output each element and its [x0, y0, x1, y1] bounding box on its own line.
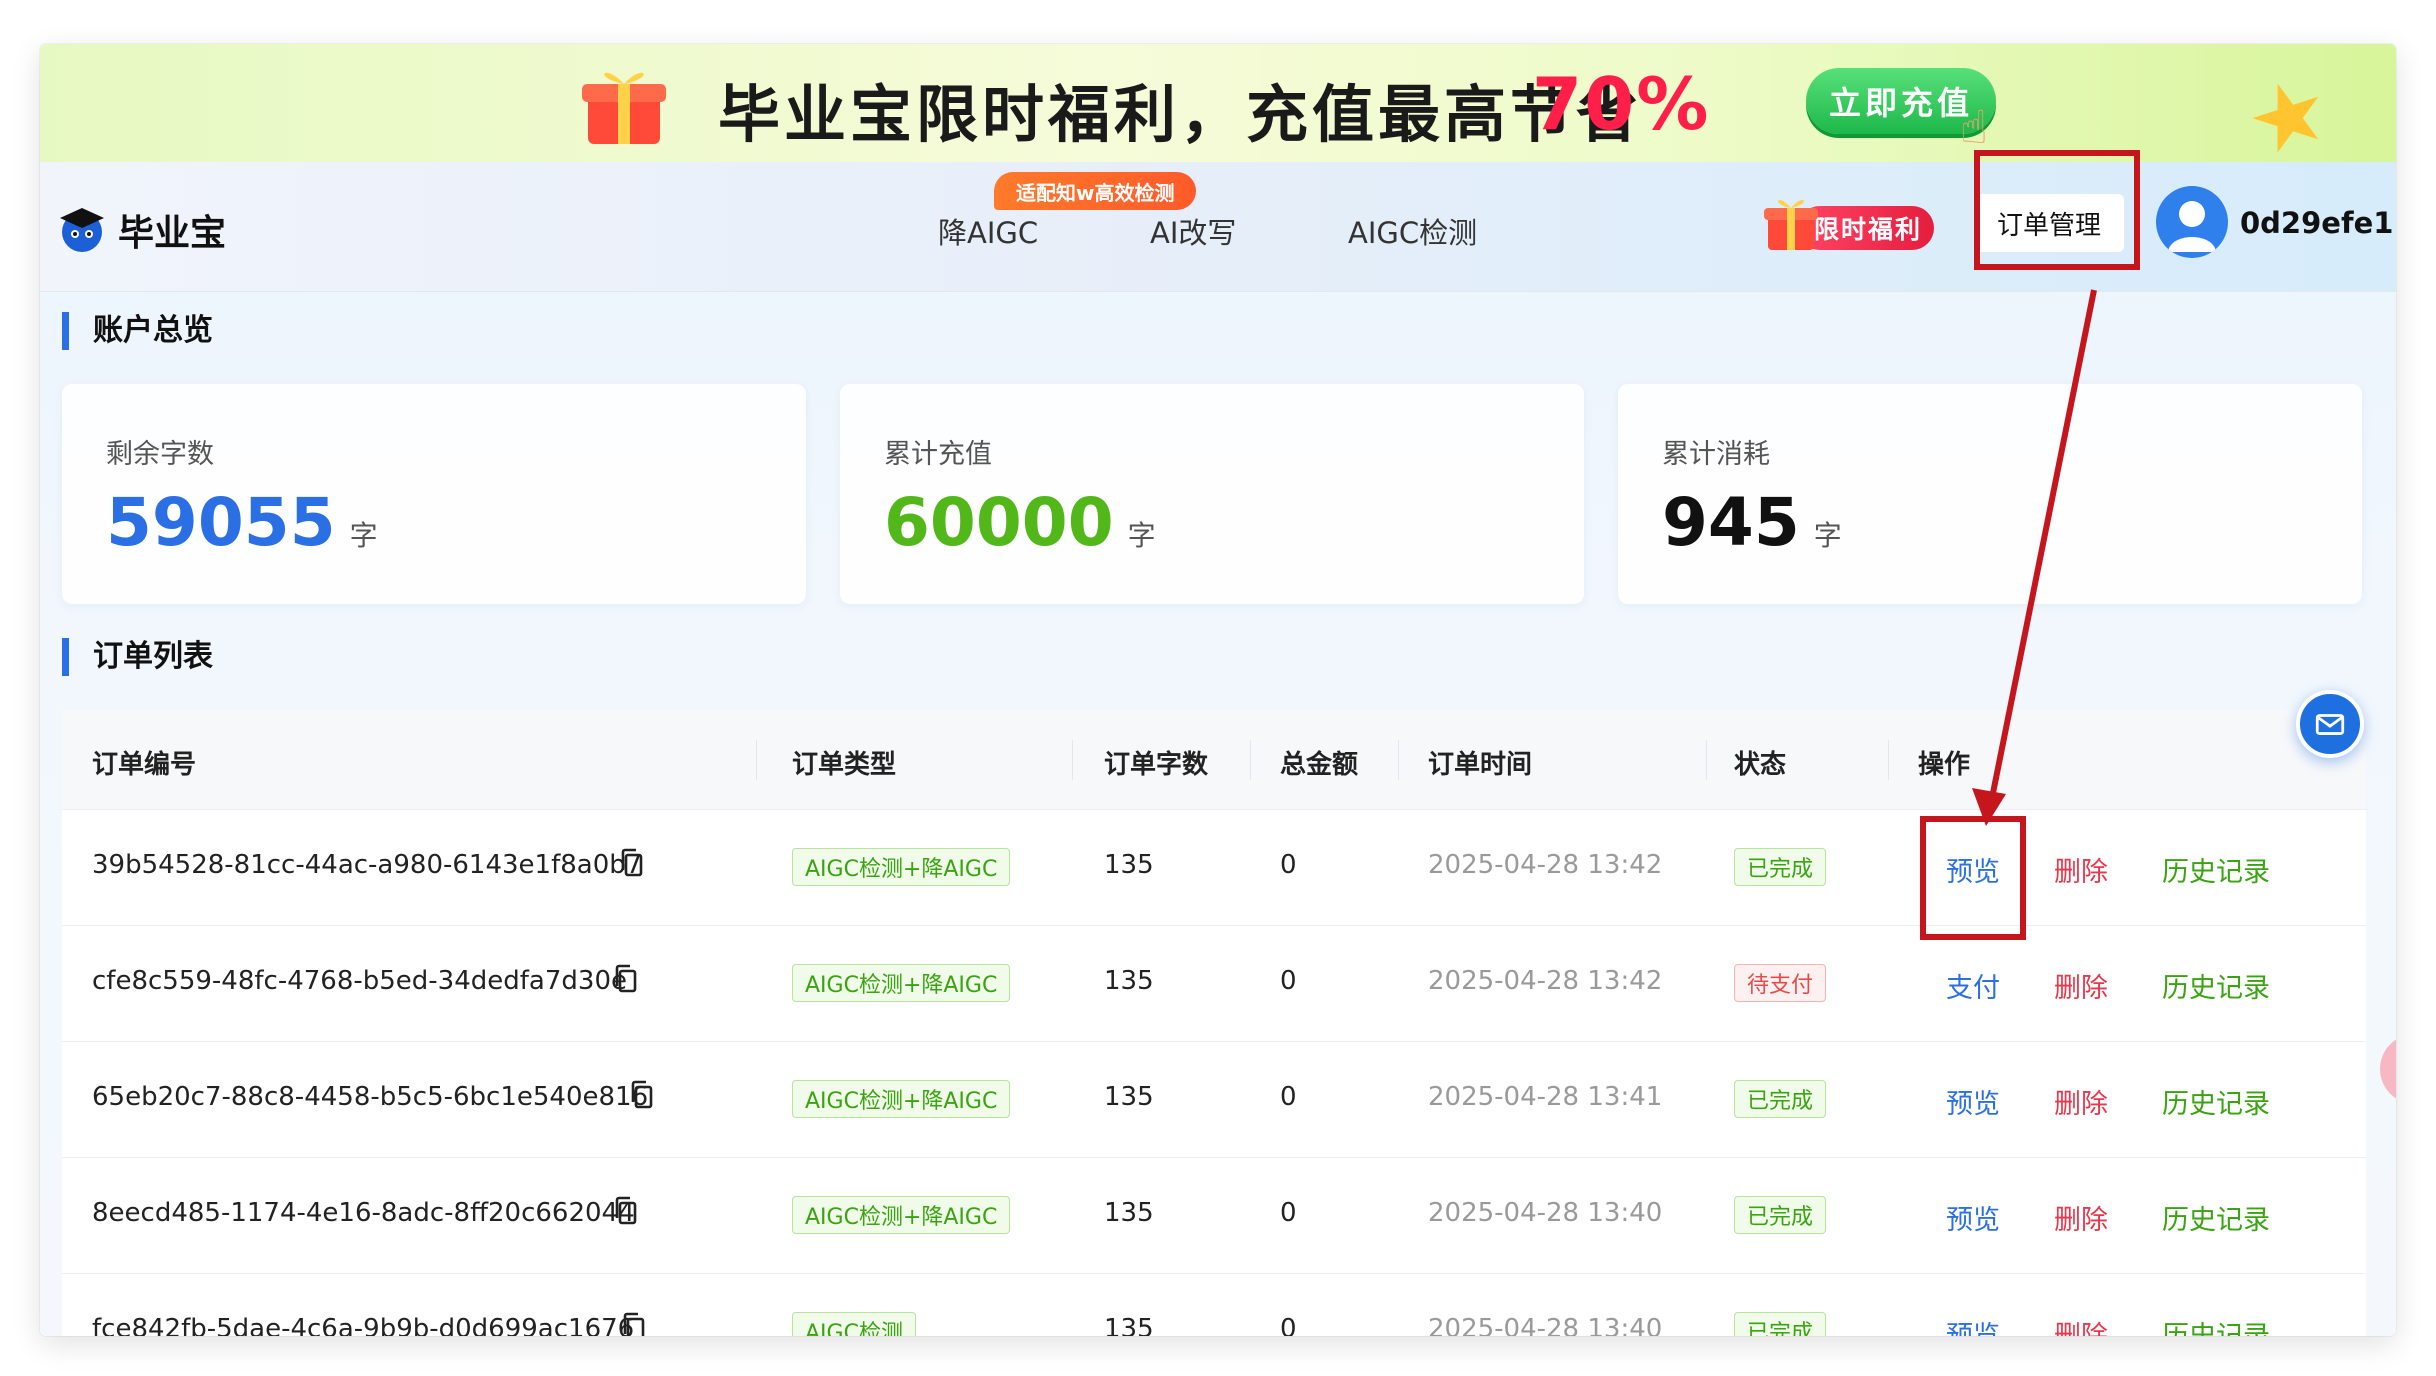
annotation-box-preview	[1920, 816, 2026, 940]
status-badge: 已完成	[1734, 1080, 1827, 1118]
copy-icon[interactable]	[620, 848, 644, 878]
gift-icon	[1764, 199, 1818, 250]
history-button[interactable]: 历史记录	[2162, 850, 2270, 889]
col-status: 状态	[1734, 750, 1787, 780]
nav-reduce-aigc[interactable]: 降AIGC	[938, 210, 1038, 252]
card-label: 累计充值	[884, 439, 992, 470]
delete-button[interactable]: 删除	[2054, 1198, 2108, 1237]
overview-title: 账户总览	[62, 312, 213, 350]
order-time: 2025-04-28 13:42	[1428, 966, 1663, 996]
amount: 0	[1280, 850, 1297, 880]
word-count: 135	[1104, 1198, 1154, 1228]
col-order-type: 订单类型	[792, 750, 897, 780]
order-id: fce842fb-5dae-4c6a-9b9b-d0d699ac1676	[92, 1314, 635, 1336]
status-badge: 已完成	[1734, 848, 1827, 886]
nav-badge: 适配知w高效检测	[994, 172, 1197, 210]
card-value: 59055 字	[106, 484, 378, 561]
history-button[interactable]: 历史记录	[2162, 1314, 2270, 1336]
status-badge: 已完成	[1734, 1196, 1827, 1234]
order-id: 65eb20c7-88c8-4458-b5c5-6bc1e540e816	[92, 1082, 649, 1112]
order-id: 8eecd485-1174-4e16-8adc-8ff20c662044	[92, 1198, 635, 1228]
table-row: fce842fb-5dae-4c6a-9b9b-d0d699ac1676 AIG…	[62, 1274, 2366, 1336]
order-type-tag: AIGC检测+降AIGC	[792, 964, 1011, 1002]
copy-icon[interactable]	[630, 1080, 654, 1110]
delete-button[interactable]: 删除	[2054, 1082, 2108, 1121]
order-type-tag: AIGC检测+降AIGC	[792, 1080, 1011, 1118]
order-time: 2025-04-28 13:42	[1428, 850, 1663, 880]
card-value: 945 字	[1662, 484, 1842, 561]
history-button[interactable]: 历史记录	[2162, 1082, 2270, 1121]
delete-button[interactable]: 删除	[2054, 850, 2108, 889]
banner-title: 毕业宝限时福利，充值最高节省	[718, 78, 1643, 151]
word-count: 135	[1104, 966, 1154, 996]
col-word-count: 订单字数	[1104, 750, 1209, 780]
total-consumed-card: 累计消耗 945 字	[1618, 384, 2362, 604]
preview-button[interactable]: 预览	[1946, 1082, 2000, 1121]
status-badge: 已完成	[1734, 1312, 1827, 1336]
avatar-icon[interactable]	[2156, 186, 2228, 258]
username[interactable]: 0d29efe1	[2240, 206, 2393, 240]
nav-ai-rewrite[interactable]: AI改写	[1150, 210, 1236, 252]
limited-offer-button[interactable]: 限时福利	[1760, 192, 1938, 252]
table-row: cfe8c559-48fc-4768-b5ed-34dedfa7d30e AIG…	[62, 926, 2366, 1042]
order-type-tag: AIGC检测+降AIGC	[792, 848, 1011, 886]
table-row: 8eecd485-1174-4e16-8adc-8ff20c662044 AIG…	[62, 1158, 2366, 1274]
order-type-tag: AIGC检测+降AIGC	[792, 1196, 1011, 1234]
side-float-tab[interactable]	[2380, 1034, 2396, 1104]
delete-button[interactable]: 删除	[2054, 1314, 2108, 1336]
star-icon: ★	[2233, 54, 2343, 179]
card-value: 60000 字	[884, 484, 1156, 561]
status-badge: 待支付	[1734, 964, 1827, 1002]
copy-icon[interactable]	[614, 964, 638, 994]
table-header: 订单编号 订单类型 订单字数 总金额 订单时间 状态 操作	[62, 710, 2366, 810]
col-order-time: 订单时间	[1428, 750, 1533, 780]
mail-icon[interactable]	[2296, 690, 2364, 758]
col-actions: 操作	[1918, 750, 1971, 780]
preview-button[interactable]: 预览	[1946, 1198, 2000, 1237]
order-time: 2025-04-28 13:40	[1428, 1314, 1663, 1336]
word-count: 135	[1104, 1314, 1154, 1336]
amount: 0	[1280, 1082, 1297, 1112]
order-id: cfe8c559-48fc-4768-b5ed-34dedfa7d30e	[92, 966, 627, 996]
remaining-words-card: 剩余字数 59055 字	[62, 384, 806, 604]
order-time: 2025-04-28 13:41	[1428, 1082, 1663, 1112]
nav-aigc-detect[interactable]: AIGC检测	[1348, 210, 1477, 252]
copy-icon[interactable]	[622, 1312, 646, 1336]
logo-text[interactable]: 毕业宝	[118, 204, 226, 256]
promo-banner[interactable]: 毕业宝限时福利，充值最高节省 70% 立即充值 ☝ ★	[40, 44, 2396, 179]
orders-title: 订单列表	[62, 638, 213, 676]
gift-icon	[582, 72, 666, 144]
col-amount: 总金额	[1280, 750, 1359, 780]
amount: 0	[1280, 1314, 1297, 1336]
table-row: 65eb20c7-88c8-4458-b5c5-6bc1e540e816 AIG…	[62, 1042, 2366, 1158]
annotation-box-order-management	[1974, 150, 2140, 270]
copy-icon[interactable]	[614, 1196, 638, 1226]
order-time: 2025-04-28 13:40	[1428, 1198, 1663, 1228]
card-label: 剩余字数	[106, 439, 214, 470]
col-order-id: 订单编号	[92, 750, 197, 780]
history-button[interactable]: 历史记录	[2162, 966, 2270, 1005]
card-label: 累计消耗	[1662, 439, 1770, 470]
pay-button[interactable]: 支付	[1946, 966, 2000, 1005]
preview-button[interactable]: 预览	[1946, 1314, 2000, 1336]
history-button[interactable]: 历史记录	[2162, 1198, 2270, 1237]
amount: 0	[1280, 966, 1297, 996]
order-id: 39b54528-81cc-44ac-a980-6143e1f8a0b7	[92, 850, 643, 880]
word-count: 135	[1104, 1082, 1154, 1112]
amount: 0	[1280, 1198, 1297, 1228]
delete-button[interactable]: 删除	[2054, 966, 2108, 1005]
order-type-tag: AIGC检测	[792, 1312, 916, 1336]
orders-table: 订单编号 订单类型 订单字数 总金额 订单时间 状态 操作 39b54528-8…	[62, 710, 2366, 1336]
logo-icon[interactable]	[56, 202, 108, 254]
word-count: 135	[1104, 850, 1154, 880]
pointing-hand-icon: ☝	[1960, 100, 1989, 154]
total-recharge-card: 累计充值 60000 字	[840, 384, 1584, 604]
banner-discount: 70%	[1532, 62, 1711, 146]
